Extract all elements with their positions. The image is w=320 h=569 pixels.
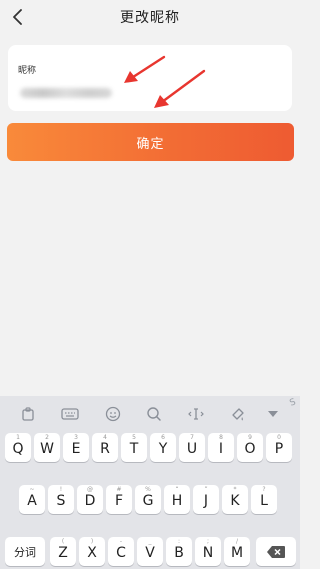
key-h[interactable]: “H [164,485,190,514]
key-label: Y [158,441,168,457]
key-s[interactable]: ! S [48,485,74,514]
key-hint: ” [204,486,208,493]
collapse-icon[interactable] [263,404,283,424]
nickname-value-blurred [20,88,112,98]
key-k[interactable]: * K [222,485,248,514]
key-label: V [145,545,155,561]
key-label: Q [12,441,24,457]
backspace-key[interactable] [256,537,296,566]
key-label: J [203,493,209,509]
backspace-icon [267,545,285,558]
confirm-button[interactable]: 确定 [7,123,294,161]
key-label: S [56,493,66,509]
key-label: I [218,441,224,457]
segment-key-label: 分词 [14,545,36,559]
keyboard-icon[interactable] [60,404,80,424]
key-label: A [27,493,37,509]
page-title: 更改昵称 [120,10,180,26]
key-hint: 1 [16,434,20,441]
key-r[interactable]: 4R [92,433,118,462]
key-label: U [186,441,198,457]
clipboard-icon[interactable] [18,404,38,424]
top-bar: 更改昵称 [0,0,300,34]
key-label: F [114,493,124,509]
key-y[interactable]: 6Y [150,433,176,462]
cursor-move-icon[interactable] [186,404,206,424]
keyboard-logo: S [288,397,298,409]
key-hint: / [235,538,239,545]
key-label: N [202,545,214,561]
key-hint: 0 [277,434,281,441]
key-label: L [260,493,268,509]
key-f[interactable]: # F [106,485,132,514]
key-hint: % [145,486,151,493]
search-icon[interactable] [144,404,164,424]
key-q[interactable]: 1Q [5,433,31,462]
key-o[interactable]: 9O [237,433,263,462]
key-c[interactable]: -C [108,537,134,566]
key-label: H [171,493,183,509]
key-hint: ) [90,538,94,545]
key-a[interactable]: ~ A [19,485,45,514]
key-hint: * [233,486,237,493]
key-label: E [71,441,81,457]
key-hint: 4 [103,434,107,441]
key-label: G [142,493,154,509]
key-hint: @ [87,486,93,493]
key-p[interactable]: 0P [266,433,292,462]
key-hint: ! [59,486,63,493]
keyboard: S 1Q2W3E4R5T6Y7U8I9O0P ~ A! S @ D # F% G “H” J * K?… [0,396,300,569]
key-label: R [100,441,110,457]
key-hint: “ [175,486,179,493]
emoji-icon[interactable] [103,404,123,424]
key-z[interactable]: (Z [50,537,76,566]
key-hint: ~ [29,486,35,493]
key-x[interactable]: ) X [79,537,105,566]
key-hint: - [119,538,123,545]
key-w[interactable]: 2W [34,433,60,462]
key-label: D [84,493,96,509]
key-n[interactable]: ; N [195,537,221,566]
key-hint: ? [262,486,266,493]
nickname-label: 昵称 [18,66,37,76]
keyboard-toolbar: S [0,396,300,430]
key-hint: ; [206,538,210,545]
key-label: W [40,441,54,457]
key-t[interactable]: 5T [121,433,147,462]
key-label: Z [58,545,68,561]
key-hint: 6 [161,434,165,441]
key-hint: 9 [248,434,252,441]
key-hint: _ [148,538,152,545]
key-label: K [230,493,240,509]
theme-icon[interactable] [228,404,248,424]
key-label: X [87,545,97,561]
key-label: M [230,545,244,561]
key-l[interactable]: ? L [251,485,277,514]
key-label: T [129,441,139,457]
key-j[interactable]: ” J [193,485,219,514]
key-hint: 5 [132,434,136,441]
key-hint: # [116,486,122,493]
key-hint: 3 [74,434,78,441]
key-hint: 8 [219,434,223,441]
key-hint: 2 [45,434,49,441]
key-g[interactable]: % G [135,485,161,514]
key-v[interactable]: _ V [137,537,163,566]
key-hint: 7 [190,434,194,441]
key-label: B [174,545,184,561]
key-u[interactable]: 7U [179,433,205,462]
nickname-card: 昵称 [8,45,292,111]
key-hint: : [177,538,181,545]
key-i[interactable]: 8I [208,433,234,462]
key-e[interactable]: 3E [63,433,89,462]
key-d[interactable]: @ D [77,485,103,514]
key-b[interactable]: :B [166,537,192,566]
segment-key[interactable]: 分词 [5,537,45,566]
key-label: O [244,441,256,457]
key-hint: ( [61,538,65,545]
key-m[interactable]: / M [224,537,250,566]
key-label: C [116,545,126,561]
key-label: P [274,441,284,457]
